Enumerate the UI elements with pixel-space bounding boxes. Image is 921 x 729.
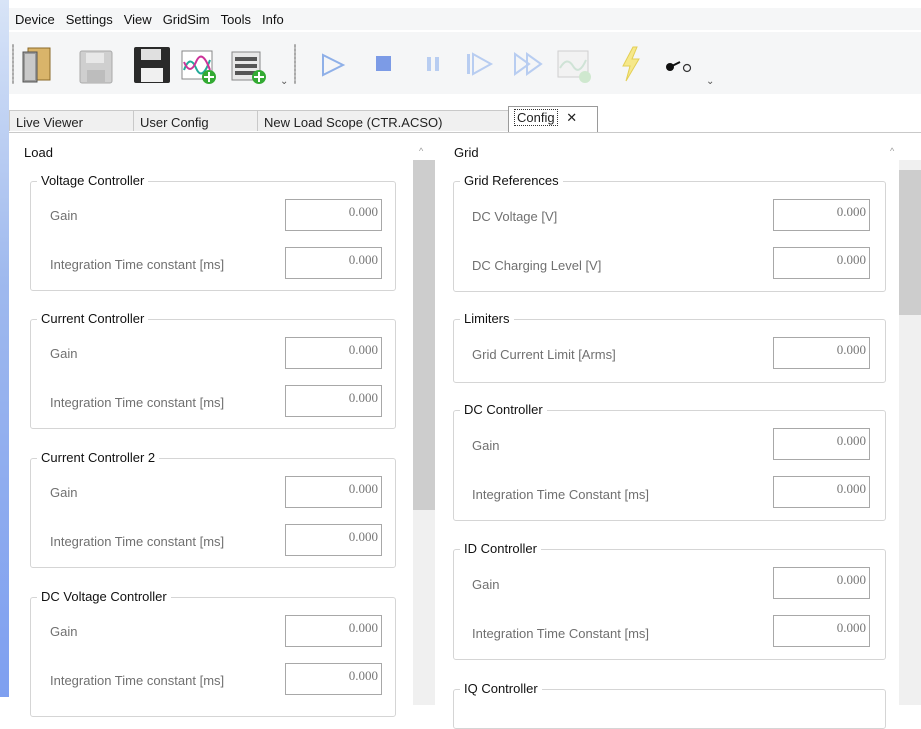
menu-settings[interactable]: Settings [61,12,118,27]
lightning-icon[interactable] [619,46,643,82]
group-title: DC Controller [460,402,547,417]
menu-bar: Device Settings View GridSim Tools Info [9,8,921,30]
list-add-icon[interactable] [231,50,267,84]
current-controller-2-group: Current Controller 2 Gain 0.000 Integrat… [30,450,396,568]
open-icon[interactable] [21,44,59,84]
group-title: Voltage Controller [37,173,149,188]
dc-integration-field[interactable]: 0.000 [773,476,870,508]
toggle-icon[interactable] [662,58,698,74]
tab-label: User Config [140,115,209,130]
group-title: ID Controller [460,541,541,556]
id-gain-field[interactable]: 0.000 [773,567,870,599]
gain-label: Gain [50,485,78,500]
toolbar-overflow-1[interactable]: ⌄ [280,76,288,87]
dc-controller-group: DC Controller Gain 0.000 Integration Tim… [453,402,886,521]
grid-current-limit-field[interactable]: 0.000 [773,337,870,369]
group-title: Current Controller [37,311,149,326]
integration-label: Integration Time constant [ms] [50,534,225,549]
group-title: DC Voltage Controller [37,589,171,604]
tab-label: Config [514,109,558,126]
gain-label: Gain [50,208,78,223]
gain-label: Gain [50,346,78,361]
integration-label: Integration Time constant [ms] [50,395,225,410]
integration-label: Integration Time constant [ms] [50,673,225,688]
dc-voltage-controller-group: DC Voltage Controller Gain 0.000 Integra… [30,589,396,717]
toolbar: ⌄ ⌄ [9,32,921,94]
grid-references-group: Grid References DC Voltage [V] 0.000 DC … [453,173,886,292]
grid-scrollbar-thumb[interactable] [899,170,921,315]
gain-label: Gain [50,624,78,639]
menu-info[interactable]: Info [257,12,289,27]
integration-label: Integration Time constant [ms] [50,257,225,272]
app-window: Device Settings View GridSim Tools Info [9,8,921,729]
pause-icon[interactable] [424,54,444,74]
chevron-up-icon[interactable]: ^ [419,146,423,156]
integration-label: Integration Time Constant [ms] [472,626,650,641]
voltage-gain-field[interactable]: 0.000 [285,199,382,231]
tab-divider [9,132,921,133]
tab-live-viewer[interactable]: Live Viewer [9,110,134,131]
chevron-up-icon[interactable]: ^ [890,146,894,156]
load-scrollbar-thumb[interactable] [413,160,435,510]
limiters-group: Limiters Grid Current Limit [Arms] 0.000 [453,311,886,383]
tab-config[interactable]: Config ✕ [508,106,598,132]
grid-panel-title: Grid [454,145,479,160]
save-all-icon[interactable] [133,46,171,84]
current2-integration-field[interactable]: 0.000 [285,524,382,556]
group-title: IQ Controller [460,681,542,696]
step-icon[interactable] [464,51,494,77]
waveform-add-icon[interactable] [181,50,217,84]
tab-label: New Load Scope (CTR.ACSO) [264,115,443,130]
menu-tools[interactable]: Tools [216,12,256,27]
id-controller-group: ID Controller Gain 0.000 Integration Tim… [453,541,886,660]
toolbar-grip[interactable] [12,44,14,84]
toolbar-grip-2[interactable] [294,44,296,84]
current-controller-group: Current Controller Gain 0.000 Integratio… [30,311,396,429]
play-icon[interactable] [320,52,346,78]
group-title: Current Controller 2 [37,450,160,465]
current-gain-field[interactable]: 0.000 [285,337,382,369]
tab-strip: Live Viewer User Config New Load Scope (… [9,106,921,132]
stop-icon[interactable] [374,54,394,74]
current-integration-field[interactable]: 0.000 [285,385,382,417]
fast-forward-icon[interactable] [512,51,546,77]
gain-label: Gain [472,577,500,592]
menu-gridsim[interactable]: GridSim [158,12,215,27]
voltage-controller-group: Voltage Controller Gain 0.000 Integratio… [30,173,396,291]
id-integration-field[interactable]: 0.000 [773,615,870,647]
current2-gain-field[interactable]: 0.000 [285,476,382,508]
voltage-integration-field[interactable]: 0.000 [285,247,382,279]
grid-current-limit-label: Grid Current Limit [Arms] [472,347,616,362]
group-title: Limiters [460,311,514,326]
save-icon[interactable] [79,50,113,84]
dc-gain-field[interactable]: 0.000 [773,428,870,460]
close-icon[interactable]: ✕ [566,110,577,125]
tab-label: Live Viewer [16,115,83,130]
menu-view[interactable]: View [119,12,157,27]
group-title: Grid References [460,173,563,188]
toolbar-overflow-2[interactable]: ⌄ [706,76,714,87]
gain-label: Gain [472,438,500,453]
dc-charging-level-field[interactable]: 0.000 [773,247,870,279]
tab-new-load-scope[interactable]: New Load Scope (CTR.ACSO) [257,110,509,131]
menu-device[interactable]: Device [10,12,60,27]
dc-voltage-field[interactable]: 0.000 [773,199,870,231]
load-panel-title: Load [24,145,53,160]
dc-charging-level-label: DC Charging Level [V] [472,258,602,273]
dc-voltage-label: DC Voltage [V] [472,209,558,224]
desktop-edge [0,0,9,697]
tab-user-config[interactable]: User Config [133,110,258,131]
iq-controller-group: IQ Controller [453,681,886,729]
integration-label: Integration Time Constant [ms] [472,487,650,502]
chart-icon[interactable] [557,50,593,84]
dcvoltage-gain-field[interactable]: 0.000 [285,615,382,647]
dcvoltage-integration-field[interactable]: 0.000 [285,663,382,695]
